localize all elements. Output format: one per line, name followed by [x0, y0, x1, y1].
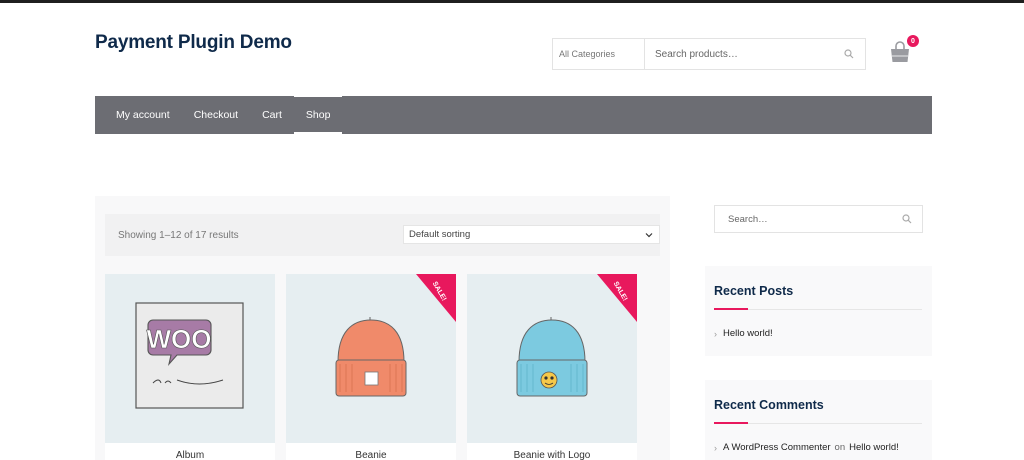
chevron-down-icon: [645, 233, 653, 238]
search-button[interactable]: [833, 39, 865, 69]
recent-comments-title: Recent Comments: [714, 398, 824, 412]
product-card[interactable]: WOO Album: [105, 274, 275, 460]
sorting-select[interactable]: Default sorting: [403, 225, 660, 244]
nav-item-cart[interactable]: Cart: [250, 96, 294, 134]
chevron-right-icon: ›: [714, 328, 717, 339]
sidebar-search: [714, 205, 923, 233]
top-border: [0, 0, 1024, 3]
recent-post-item[interactable]: › Hello world!: [714, 328, 773, 339]
recent-post-link[interactable]: Hello world!: [723, 328, 773, 339]
recent-posts-title: Recent Posts: [714, 284, 794, 298]
product-title[interactable]: Album: [105, 450, 275, 460]
cart-button[interactable]: 0: [888, 35, 919, 68]
shop-toolbar: Showing 1–12 of 17 results Default sorti…: [105, 214, 660, 256]
comment-connector: on: [834, 442, 846, 453]
recent-comments-widget: Recent Comments › A WordPress Commenter …: [705, 380, 932, 460]
woo-album-image: WOO: [105, 274, 275, 443]
shop-content: Showing 1–12 of 17 results Default sorti…: [95, 196, 670, 460]
widget-accent-bar: [714, 422, 748, 424]
recent-comment-item: › A WordPress Commenter on Hello world!: [714, 442, 899, 453]
product-search-input[interactable]: [645, 39, 833, 69]
widget-accent-bar: [714, 308, 748, 310]
sidebar-search-input[interactable]: [715, 206, 892, 232]
nav-item-checkout[interactable]: Checkout: [182, 96, 250, 134]
product-card[interactable]: SALE! Beanie with Logo: [467, 274, 637, 460]
product-title[interactable]: Beanie: [286, 450, 456, 460]
product-card[interactable]: SALE! Beanie: [286, 274, 456, 460]
comment-author-link[interactable]: A WordPress Commenter: [723, 442, 831, 453]
product-search-bar: All Categories: [552, 38, 866, 70]
comment-post-link[interactable]: Hello world!: [849, 442, 899, 453]
result-count: Showing 1–12 of 17 results: [118, 229, 239, 241]
search-icon: [844, 49, 854, 59]
product-title[interactable]: Beanie with Logo: [467, 450, 637, 460]
search-icon: [902, 214, 912, 224]
site-title[interactable]: Payment Plugin Demo: [95, 32, 292, 54]
sidebar-search-button[interactable]: [892, 206, 922, 232]
cart-count-badge: 0: [907, 35, 919, 47]
recent-posts-widget: Recent Posts › Hello world!: [705, 266, 932, 356]
main-navigation: My account Checkout Cart Shop: [95, 94, 932, 134]
nav-item-my-account[interactable]: My account: [104, 96, 182, 134]
sale-badge: SALE!: [416, 274, 456, 322]
sale-badge: SALE!: [597, 274, 637, 322]
nav-item-shop[interactable]: Shop: [293, 94, 343, 134]
category-select[interactable]: All Categories: [553, 39, 645, 69]
product-image[interactable]: WOO: [105, 274, 275, 443]
sorting-value: Default sorting: [409, 229, 471, 240]
chevron-right-icon: ›: [714, 442, 717, 453]
svg-text:WOO: WOO: [147, 324, 212, 354]
